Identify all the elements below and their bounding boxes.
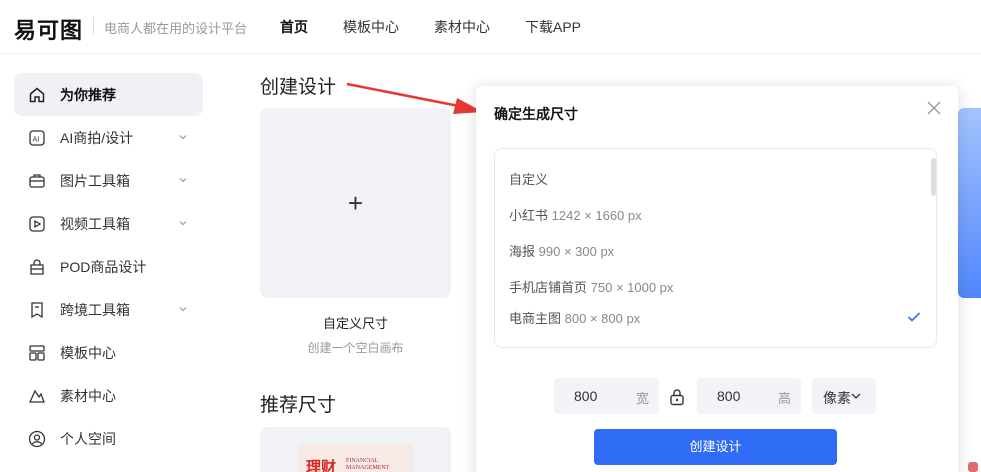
height-input[interactable]: 800 高 <box>697 378 801 414</box>
recommended-sizes-title: 推荐尺寸 <box>260 395 337 416</box>
custom-size-label: 自定义尺寸 <box>322 316 388 331</box>
red-arrow-annotation <box>346 82 483 114</box>
logo-divider <box>93 17 94 35</box>
sidebar-item-label: 为你推荐 <box>60 86 116 103</box>
nav-materials[interactable]: 素材中心 <box>434 17 490 37</box>
sidebar-item-label: POD商品设计 <box>60 258 147 275</box>
image-toolbox-icon <box>28 172 46 190</box>
logo[interactable]: 易可图 <box>14 13 83 45</box>
chevron-down-icon[interactable] <box>177 174 189 186</box>
size-option[interactable]: 自定义 <box>509 169 548 188</box>
check-icon <box>907 312 921 322</box>
unit-dropdown-value: 像素 <box>823 390 851 406</box>
size-option-name: 电商主图 <box>509 311 562 326</box>
size-option-name: 手机店铺首页 <box>509 280 588 295</box>
size-option-dimensions: 1242 × 1660 px <box>551 208 642 223</box>
sidebar-item-label: 跨境工具箱 <box>60 301 130 318</box>
sidebar-item-label: AI商拍/设计 <box>60 129 134 146</box>
sidebar-item-label: 图片工具箱 <box>60 172 130 189</box>
size-option-name: 自定义 <box>509 172 549 187</box>
nav-download-app[interactable]: 下载APP <box>525 17 581 37</box>
width-label: 宽 <box>635 391 649 406</box>
dialog-title: 确定生成尺寸 <box>494 106 578 122</box>
video-toolbox-icon <box>28 215 46 233</box>
home-icon <box>28 86 46 104</box>
sidebar-item-templates[interactable]: 模板中心 <box>14 331 203 374</box>
recommended-size-card[interactable]: 理财 FINANCIAL MANAGEMENT <box>260 427 451 472</box>
slogan: 电商人都在用的设计平台 <box>104 21 248 36</box>
create-design-button[interactable]: 创建设计 <box>594 429 837 465</box>
custom-size-card[interactable]: + <box>260 108 451 298</box>
width-value: 800 <box>574 388 598 404</box>
size-option[interactable]: 小红书 1242 × 1660 px <box>509 205 642 224</box>
close-icon[interactable] <box>926 100 942 116</box>
unit-dropdown[interactable]: 像素 <box>812 378 876 414</box>
size-option[interactable]: 手机店铺首页 750 × 1000 px <box>509 277 673 296</box>
chevron-down-icon[interactable] <box>177 131 189 143</box>
sidebar-item-recommend[interactable]: 为你推荐 <box>14 73 203 116</box>
size-option-dimensions: 750 × 1000 px <box>590 280 674 295</box>
custom-size-sub: 创建一个空白画布 <box>307 341 404 355</box>
size-option-selected[interactable]: 电商主图 800 × 800 px <box>509 308 640 327</box>
template-thumbnail: 理财 FINANCIAL MANAGEMENT <box>298 444 413 472</box>
plus-icon: + <box>347 187 364 218</box>
sidebar-item-label: 个人空间 <box>60 430 116 447</box>
chevron-down-icon[interactable] <box>177 217 189 229</box>
sidebar-item-label: 素材中心 <box>60 387 116 404</box>
height-value: 800 <box>717 388 741 404</box>
sidebar: 为你推荐 AI AI商拍/设计 图片工具箱 视频工具箱 POD商品设计 跨境工具… <box>14 73 203 460</box>
sidebar-item-video-toolbox[interactable]: 视频工具箱 <box>14 202 203 245</box>
top-header: 易可图 电商人都在用的设计平台 首页 模板中心 素材中心 下载APP <box>0 0 981 54</box>
create-design-title: 创建设计 <box>260 77 337 98</box>
sidebar-item-personal[interactable]: 个人空间 <box>14 417 203 460</box>
size-option-dimensions: 800 × 800 px <box>564 311 641 326</box>
bag-icon <box>28 258 46 276</box>
chevron-down-icon <box>851 393 861 399</box>
sidebar-item-label: 模板中心 <box>60 344 116 361</box>
list-scrollbar[interactable] <box>931 158 936 196</box>
sidebar-item-ai[interactable]: AI AI商拍/设计 <box>14 116 203 159</box>
width-input[interactable]: 800 宽 <box>554 378 659 414</box>
sidebar-item-label: 视频工具箱 <box>60 215 130 232</box>
size-option-dimensions: 990 × 300 px <box>538 244 615 259</box>
sidebar-item-materials[interactable]: 素材中心 <box>14 374 203 417</box>
crossborder-icon <box>28 301 46 319</box>
background-thumbnail-partial <box>968 462 978 472</box>
height-label: 高 <box>777 391 791 406</box>
lock-icon[interactable] <box>669 388 685 406</box>
background-card-partial <box>958 108 981 298</box>
sidebar-item-pod[interactable]: POD商品设计 <box>14 245 203 288</box>
thumbnail-headline: 理财 <box>306 458 337 472</box>
size-option[interactable]: 海报 990 × 300 px <box>509 241 614 260</box>
svg-text:AI: AI <box>33 135 40 143</box>
sidebar-item-crossborder[interactable]: 跨境工具箱 <box>14 288 203 331</box>
user-icon <box>28 430 46 448</box>
template-icon <box>28 344 46 362</box>
top-nav: 首页 模板中心 素材中心 下载APP <box>280 17 616 37</box>
size-option-name: 小红书 <box>509 208 549 223</box>
size-option-name: 海报 <box>509 244 536 259</box>
nav-templates[interactable]: 模板中心 <box>343 17 399 37</box>
material-icon <box>28 387 46 405</box>
thumbnail-subtext: FINANCIAL MANAGEMENT <box>346 458 390 471</box>
chevron-down-icon[interactable] <box>177 303 189 315</box>
size-dialog: 确定生成尺寸 自定义 小红书 1242 × 1660 px 海报 990 × 3… <box>476 86 958 472</box>
size-options-list[interactable]: 自定义 小红书 1242 × 1660 px 海报 990 × 300 px 手… <box>494 148 937 348</box>
sidebar-item-image-toolbox[interactable]: 图片工具箱 <box>14 159 203 202</box>
nav-home[interactable]: 首页 <box>280 17 308 37</box>
ai-icon: AI <box>28 129 46 147</box>
